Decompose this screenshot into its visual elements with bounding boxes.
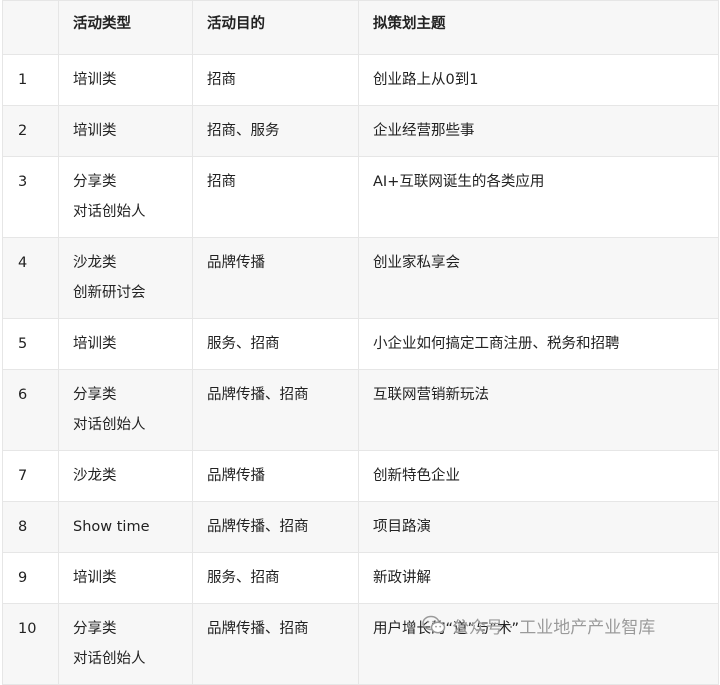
wechat-watermark: 公众号 · 工业地产产业智库 [422,610,655,640]
row-activity-type: 分享类 对话创始人 [58,603,193,685]
row-activity-purpose: 品牌传播 [192,450,359,502]
header-activity-purpose: 活动目的 [192,0,359,55]
row-number: 3 [2,156,59,238]
activity-type-line: 培训类 [73,123,117,139]
row-planned-theme: 创业家私享会 [358,237,719,319]
row-activity-type: 沙龙类 创新研讨会 [58,237,193,319]
row-activity-purpose: 服务、招商 [192,552,359,604]
activity-type-line: 培训类 [73,570,117,586]
row-number: 10 [2,603,59,685]
row-number: 5 [2,318,59,370]
row-planned-theme: 小企业如何搞定工商注册、税务和招聘 [358,318,719,370]
row-number: 1 [2,54,59,106]
table-row: 3 分享类 对话创始人 招商 AI+互联网诞生的各类应用 [2,156,719,238]
table-body: 1 培训类 招商 创业路上从0到1 2 培训类 招商、服务 企业经营那些事 3 分享类 对话创始人招… [2,54,719,685]
row-activity-purpose: 品牌传播、招商 [192,501,359,553]
table-row: 2 培训类 招商、服务 企业经营那些事 [2,105,719,157]
row-activity-purpose: 服务、招商 [192,318,359,370]
row-planned-theme: 创新特色企业 [358,450,719,502]
activity-type-line: Show time [73,519,150,535]
activity-type-line: 对话创始人 [73,204,146,220]
header-activity-type: 活动类型 [58,0,193,55]
table-row: 6 分享类 对话创始人 品牌传播、招商 互联网营销新玩法 [2,369,719,451]
row-planned-theme: 互联网营销新玩法 [358,369,719,451]
row-activity-type: Show time [58,501,193,553]
row-number: 9 [2,552,59,604]
row-planned-theme: 新政讲解 [358,552,719,604]
row-activity-purpose: 品牌传播 [192,237,359,319]
row-activity-type: 沙龙类 [58,450,193,502]
row-number: 7 [2,450,59,502]
row-number: 8 [2,501,59,553]
activity-type-line: 对话创始人 [73,651,146,667]
row-number: 6 [2,369,59,451]
activity-type-line: 分享类 [73,387,117,403]
header-row: 活动类型 活动目的 拟策划主题 [2,0,719,55]
activity-type-line: 对话创始人 [73,417,146,433]
activity-type-line: 分享类 [73,621,117,637]
row-activity-purpose: 招商 [192,156,359,238]
row-activity-purpose: 品牌传播、招商 [192,603,359,685]
activity-type-line: 培训类 [73,72,117,88]
document-page: 活动类型 活动目的 拟策划主题 1 培训类 招商 创业路上从0到1 2 培训类 招商、服务企… [0,0,720,685]
table-row: 5 培训类 服务、招商 小企业如何搞定工商注册、税务和招聘 [2,318,719,370]
activity-type-line: 创新研讨会 [73,285,146,301]
row-activity-purpose: 品牌传播、招商 [192,369,359,451]
header-number [2,0,59,55]
row-activity-purpose: 招商、服务 [192,105,359,157]
table-row: 7 沙龙类 品牌传播 创新特色企业 [2,450,719,502]
activity-type-line: 沙龙类 [73,255,117,271]
activity-type-line: 分享类 [73,174,117,190]
row-number: 4 [2,237,59,319]
row-planned-theme: AI+互联网诞生的各类应用 [358,156,719,238]
row-activity-type: 分享类 对话创始人 [58,369,193,451]
activity-plan-table: 活动类型 活动目的 拟策划主题 1 培训类 招商 创业路上从0到1 2 培训类 招商、服务企… [2,0,719,685]
row-number: 2 [2,105,59,157]
wechat-icon [422,615,446,634]
row-activity-type: 培训类 [58,105,193,157]
activity-type-line: 沙龙类 [73,468,117,484]
table-row: 9 培训类 服务、招商 新政讲解 [2,552,719,604]
row-planned-theme: 项目路演 [358,501,719,553]
table-header: 活动类型 活动目的 拟策划主题 [2,0,719,55]
row-activity-type: 培训类 [58,552,193,604]
row-planned-theme: 创业路上从0到1 [358,54,719,106]
activity-type-line: 培训类 [73,336,117,352]
row-activity-purpose: 招商 [192,54,359,106]
header-planned-theme: 拟策划主题 [358,0,719,55]
table-row: 8 Show time 品牌传播、招商 项目路演 [2,501,719,553]
row-activity-type: 培训类 [58,318,193,370]
watermark-text: 公众号 · 工业地产产业智库 [452,617,656,638]
table-row: 1 培训类 招商 创业路上从0到1 [2,54,719,106]
row-activity-type: 培训类 [58,54,193,106]
row-activity-type: 分享类 对话创始人 [58,156,193,238]
table-row: 4 沙龙类 创新研讨会 品牌传播 创业家私享会 [2,237,719,319]
row-planned-theme: 企业经营那些事 [358,105,719,157]
